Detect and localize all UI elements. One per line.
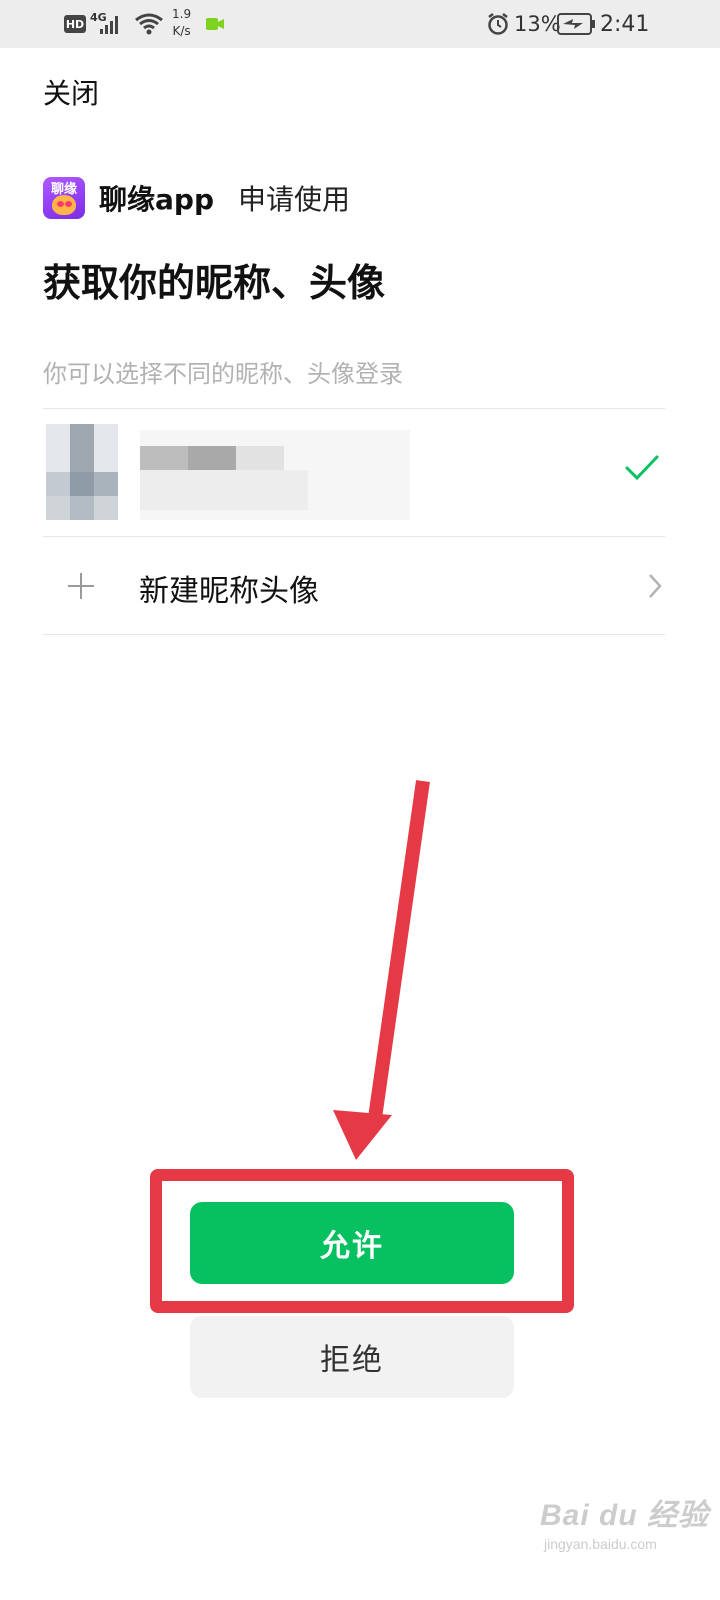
allow-button[interactable]: 允许 xyxy=(190,1202,514,1284)
watermark-url: jingyan.baidu.com xyxy=(544,1536,657,1552)
watermark: Bai du 经验 jingyan.baidu.com xyxy=(540,1490,709,1552)
reject-button[interactable]: 拒绝 xyxy=(190,1316,514,1398)
watermark-main: Bai du 经验 xyxy=(540,1499,710,1532)
